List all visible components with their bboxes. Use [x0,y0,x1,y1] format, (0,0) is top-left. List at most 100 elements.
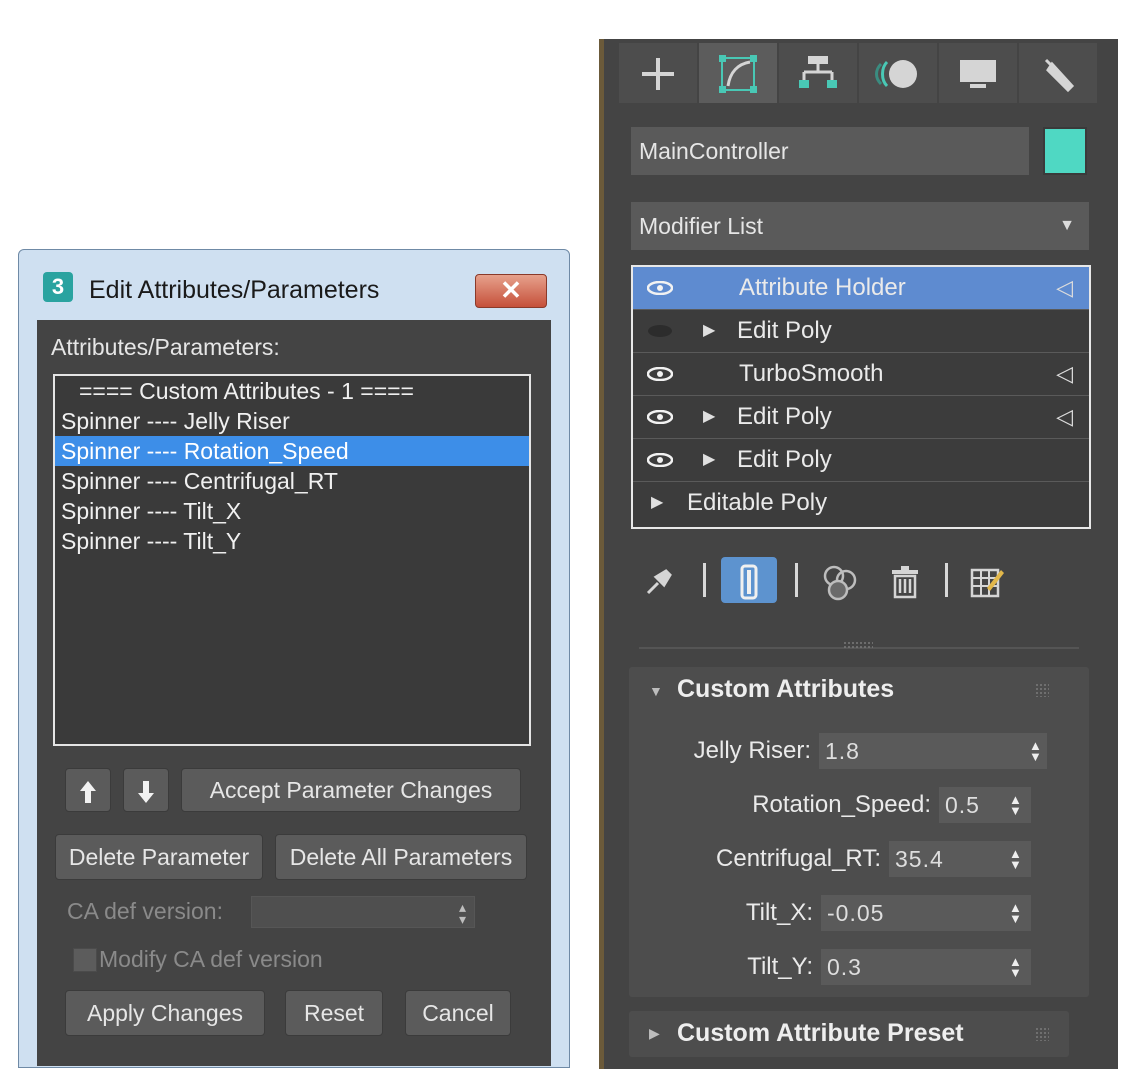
custom-attribute-preset-rollout: ▶ Custom Attribute Preset [629,1011,1069,1057]
toolbar-divider [945,563,948,597]
list-item[interactable]: Spinner ---- Centrifugal_RT [55,466,529,496]
modifier-list-dropdown[interactable]: Modifier List ▼ [631,202,1089,250]
utilities-icon [1044,59,1075,93]
list-item[interactable]: Spinner ---- Tilt_X [55,496,529,526]
param-label: Rotation_Speed: [752,791,931,818]
eye-icon[interactable] [647,281,673,295]
hierarchy-icon [799,56,837,89]
tab-modify[interactable] [699,43,777,103]
param-row-tilt-x: Tilt_X: -0.05 ▲ ▼ [629,895,1089,935]
configure-sets-icon [970,568,1004,597]
rollout-grip-icon[interactable] [1035,683,1049,697]
tilt-x-spinner[interactable]: -0.05 [821,895,1031,931]
object-name-field[interactable]: MainController [631,127,1029,175]
list-item-selected[interactable]: Spinner ---- Rotation_Speed [55,436,529,466]
expand-triangle-icon[interactable]: ▶ [703,310,715,352]
parameter-list[interactable]: ==== Custom Attributes - 1 ==== Spinner … [53,374,531,746]
rollout-collapse-icon[interactable]: ▼ [649,683,663,699]
command-panel: MainController Modifier List ▼ Attribute… [599,39,1118,1069]
param-label: Centrifugal_RT: [716,845,881,872]
tilt-y-spinner[interactable]: 0.3 [821,949,1031,985]
eye-hidden-icon[interactable] [647,324,673,338]
stack-item-label: Editable Poly [687,489,828,516]
custom-attributes-title[interactable]: Custom Attributes [677,675,894,704]
close-button[interactable]: ✕ [475,274,547,308]
stack-item-edit-poly[interactable]: ▶ Edit Poly [633,439,1089,482]
param-row-centrifugal-rt: Centrifugal_RT: 35.4 ▲ ▼ [629,841,1089,881]
pin-flag-icon: ◁ [1056,404,1073,429]
rollout-grip-icon[interactable] [1035,1027,1049,1041]
modify-icon [719,55,757,94]
eye-icon[interactable] [647,453,673,467]
stack-item-editable-poly[interactable]: ▶ Editable Poly [633,482,1089,525]
apply-changes-button[interactable]: Apply Changes [65,990,265,1036]
pin-stack-button[interactable] [641,557,677,603]
app-3dsmax-icon: 3 [43,272,73,302]
cancel-button[interactable]: Cancel [405,990,511,1036]
make-unique-icon [823,565,857,600]
expand-triangle-icon[interactable]: ▶ [651,482,663,524]
eye-icon[interactable] [647,410,673,424]
command-panel-tabs [619,39,1099,109]
param-label: Jelly Riser: [693,737,811,764]
modifier-list-label: Modifier List [639,213,763,239]
object-color-swatch[interactable] [1043,127,1087,175]
dialog-titlebar[interactable]: 3 Edit Attributes/Parameters ✕ [19,250,569,320]
stack-item-label: Edit Poly [737,317,832,344]
spinner-arrows-icon[interactable]: ▲ ▼ [1029,739,1042,763]
remove-modifier-icon [892,565,918,598]
tab-utilities[interactable] [1019,43,1097,103]
list-header[interactable]: ==== Custom Attributes - 1 ==== [55,376,529,406]
custom-attribute-preset-title[interactable]: Custom Attribute Preset [677,1019,964,1048]
spinner-arrows-icon[interactable]: ▲ ▼ [1009,847,1022,871]
stack-item-label: Edit Poly [737,446,832,473]
tab-motion[interactable] [859,43,937,103]
eye-icon[interactable] [647,367,673,381]
tab-display[interactable] [939,43,1017,103]
expand-triangle-icon[interactable]: ▶ [703,439,715,481]
spinner-arrows-icon[interactable]: ▲ ▼ [1009,901,1022,925]
toolbar-divider [795,563,798,597]
edit-attributes-dialog: 3 Edit Attributes/Parameters ✕ Attribute… [18,249,570,1068]
make-unique-button[interactable] [815,557,865,603]
tab-hierarchy[interactable] [779,43,857,103]
stack-item-edit-poly[interactable]: ▶ Edit Poly ◁ [633,396,1089,439]
pin-flag-icon: ◁ [1056,361,1073,386]
modifier-stack[interactable]: Attribute Holder ◁ ▶ Edit Poly TurboSmoo… [631,265,1091,529]
chevron-down-icon: ▼ [1059,217,1075,234]
jelly-riser-spinner[interactable]: 1.8 [819,733,1047,769]
stack-item-label: TurboSmooth [739,360,884,387]
reset-button[interactable]: Reset [285,990,383,1036]
delete-all-parameters-button[interactable]: Delete All Parameters [275,834,527,880]
spinner-arrows-icon[interactable]: ▲ ▼ [1009,793,1022,817]
splitter-grip-icon[interactable] [843,641,873,649]
ca-def-version-label: CA def version: [67,898,223,924]
arrow-up-icon [80,780,96,803]
create-icon [642,58,674,91]
show-end-result-button[interactable] [721,557,777,603]
move-down-button[interactable] [123,768,169,812]
stack-item-attribute-holder[interactable]: Attribute Holder ◁ [633,267,1089,310]
stack-item-turbosmooth[interactable]: TurboSmooth ◁ [633,353,1089,396]
move-up-button[interactable] [65,768,111,812]
ca-def-version-spinner[interactable]: ▴ ▾ [251,896,475,928]
param-label: Tilt_Y: [747,953,813,980]
list-item[interactable]: Spinner ---- Tilt_Y [55,526,529,556]
configure-sets-button[interactable] [965,557,1009,603]
spinner-arrows-icon[interactable]: ▲ ▼ [1009,955,1022,979]
stack-item-label: Edit Poly [737,403,832,430]
stack-item-label: Attribute Holder [739,274,906,301]
dialog-title: Edit Attributes/Parameters [89,276,380,304]
remove-modifier-button[interactable] [885,557,925,603]
list-item[interactable]: Spinner ---- Jelly Riser [55,406,529,436]
modify-ca-checkbox[interactable] [73,948,97,972]
accept-parameter-changes-button[interactable]: Accept Parameter Changes [181,768,521,812]
custom-attributes-rollout: ▼ Custom Attributes Jelly Riser: 1.8 ▲ ▼ … [629,667,1089,997]
expand-triangle-icon[interactable]: ▶ [703,396,715,438]
rollout-expand-icon[interactable]: ▶ [649,1025,660,1042]
param-row-tilt-y: Tilt_Y: 0.3 ▲ ▼ [629,949,1089,989]
tab-create[interactable] [619,43,697,103]
stack-item-edit-poly[interactable]: ▶ Edit Poly [633,310,1089,353]
modifier-stack-toolbar [639,549,1079,609]
delete-parameter-button[interactable]: Delete Parameter [55,834,263,880]
